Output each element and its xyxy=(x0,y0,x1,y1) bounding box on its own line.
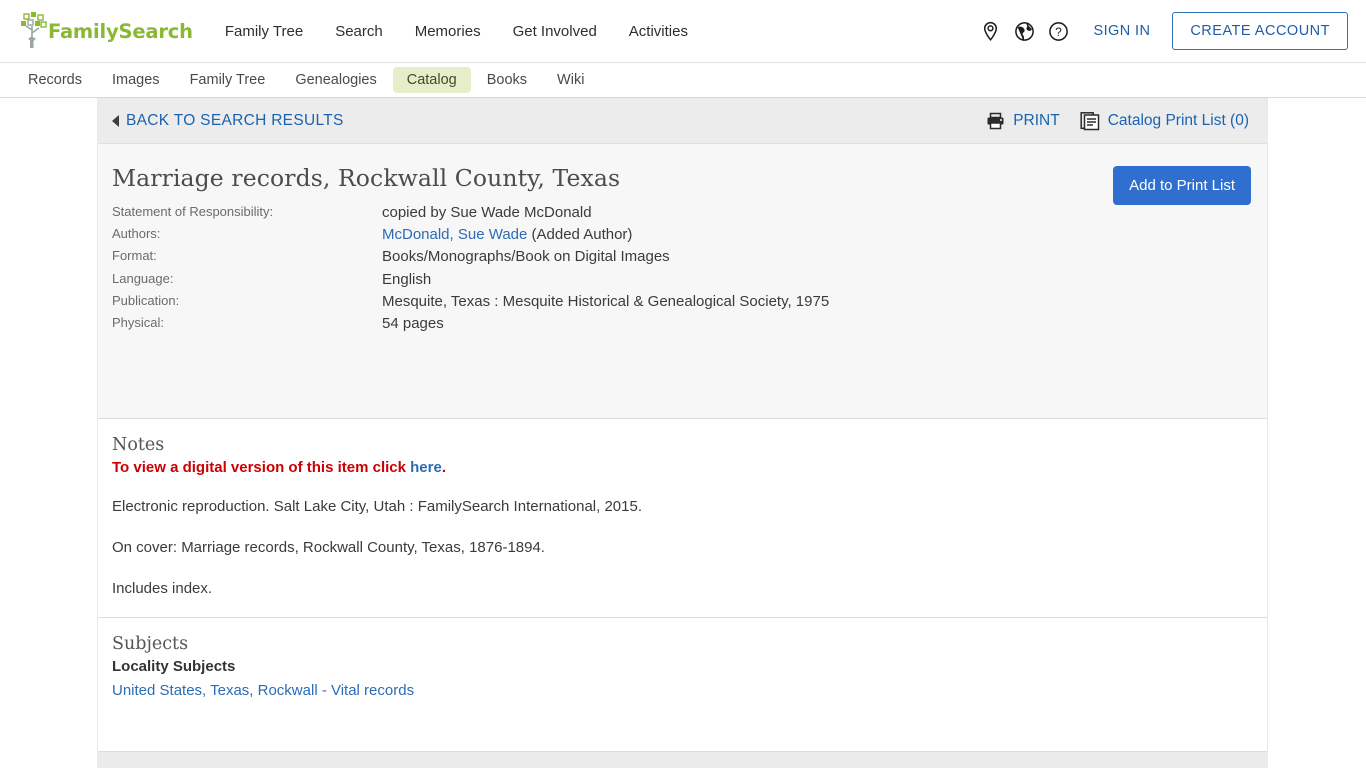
location-pin-icon[interactable] xyxy=(974,16,1008,46)
subjects-section: Subjects Locality Subjects United States… xyxy=(98,618,1267,718)
field-label: Format: xyxy=(112,248,157,264)
notes-section: Notes To view a digital version of this … xyxy=(98,419,1267,618)
table-row: Publication: Mesquite, Texas : Mesquite … xyxy=(112,291,1247,313)
notes-heading: Notes xyxy=(112,435,165,455)
subject-link[interactable]: United States, Texas, Rockwall - Vital r… xyxy=(112,682,414,699)
subnav-item-wiki[interactable]: Wiki xyxy=(543,67,598,93)
note-line: Electronic reproduction. Salt Lake City,… xyxy=(112,498,642,515)
subnav-item-records[interactable]: Records xyxy=(14,67,96,93)
digital-note-suffix: . xyxy=(441,459,446,476)
table-row: Physical: 54 pages xyxy=(112,313,1247,335)
bottom-section-strip xyxy=(98,751,1267,768)
catalog-print-list-button[interactable]: Catalog Print List (0) xyxy=(1080,111,1249,131)
author-suffix: (Added Author) xyxy=(527,226,633,244)
logo-wordmark: FamilySearch xyxy=(48,19,193,43)
page-title: Marriage records, Rockwall County, Texas xyxy=(112,164,621,192)
document-list-icon xyxy=(1080,111,1099,130)
printer-icon xyxy=(987,112,1004,129)
print-button[interactable]: PRINT xyxy=(986,112,1060,130)
back-to-search-results-link[interactable]: BACK TO SEARCH RESULTS xyxy=(112,112,344,130)
digital-version-link[interactable]: here xyxy=(410,459,442,476)
table-row: Language: English xyxy=(112,269,1247,291)
field-value: English xyxy=(382,270,432,288)
field-value: 54 pages xyxy=(382,314,444,332)
page-body: BACK TO SEARCH RESULTS PRINT Catalog Pri… xyxy=(0,98,1366,768)
record-metadata-table: Statement of Responsibility: copied by S… xyxy=(112,202,1247,335)
help-circle-icon[interactable]: ? xyxy=(1042,16,1076,46)
create-account-button[interactable]: CREATE ACCOUNT xyxy=(1172,12,1348,50)
header-actions: ? SIGN IN CREATE ACCOUNT xyxy=(974,12,1348,50)
locality-subjects-heading: Locality Subjects xyxy=(112,658,236,675)
subnav-item-catalog[interactable]: Catalog xyxy=(392,67,471,93)
field-label: Statement of Responsibility: xyxy=(112,204,274,219)
subnav-item-books[interactable]: Books xyxy=(473,67,541,93)
subnav-item-family-tree[interactable]: Family Tree xyxy=(176,67,280,93)
subnav-item-images[interactable]: Images xyxy=(98,67,174,93)
record-toolbar: BACK TO SEARCH RESULTS PRINT Catalog Pri… xyxy=(98,98,1267,144)
family-tree-logo-icon xyxy=(21,12,47,48)
table-row: Statement of Responsibility: copied by S… xyxy=(112,202,1247,224)
sign-in-link[interactable]: SIGN IN xyxy=(1076,17,1165,45)
subnav-item-genealogies[interactable]: Genealogies xyxy=(281,67,390,93)
subjects-heading: Subjects xyxy=(112,634,189,654)
print-label: PRINT xyxy=(1013,111,1060,129)
globe-icon[interactable] xyxy=(1008,16,1042,46)
nav-item-family-tree[interactable]: Family Tree xyxy=(221,17,319,46)
field-label: Authors: xyxy=(112,226,161,242)
table-row: Format: Books/Monographs/Book on Digital… xyxy=(112,246,1247,268)
back-link-label: BACK TO SEARCH RESULTS xyxy=(126,111,344,129)
record-metadata-block: Marriage records, Rockwall County, Texas… xyxy=(98,144,1267,419)
table-row: Authors: McDonald, Sue Wade (Added Autho… xyxy=(112,224,1247,246)
primary-nav: Family Tree Search Memories Get Involved… xyxy=(221,17,704,46)
digital-version-note: To view a digital version of this item c… xyxy=(112,459,1247,476)
note-line: On cover: Marriage records, Rockwall Cou… xyxy=(112,539,545,556)
field-value: Mesquite, Texas : Mesquite Historical & … xyxy=(382,292,830,310)
add-to-print-list-button[interactable]: Add to Print List xyxy=(1113,166,1251,205)
nav-item-activities[interactable]: Activities xyxy=(613,17,704,46)
nav-item-memories[interactable]: Memories xyxy=(399,17,497,46)
print-tools: PRINT Catalog Print List (0) xyxy=(986,111,1249,131)
nav-item-get-involved[interactable]: Get Involved xyxy=(497,17,613,46)
field-value: McDonald, Sue Wade (Added Author) xyxy=(382,224,1247,246)
field-label: Language: xyxy=(112,270,174,286)
familysearch-logo[interactable]: FamilySearch xyxy=(16,11,193,51)
field-label: Publication: xyxy=(112,292,180,308)
site-header: FamilySearch Family Tree Search Memories… xyxy=(0,0,1366,62)
catalog-record-container: BACK TO SEARCH RESULTS PRINT Catalog Pri… xyxy=(97,98,1268,768)
field-label: Physical: xyxy=(112,314,165,330)
field-value: Books/Monographs/Book on Digital Images xyxy=(382,248,670,266)
chevron-left-icon xyxy=(112,114,119,127)
digital-note-prefix: To view a digital version of this item c… xyxy=(112,459,411,476)
catalog-print-list-label: Catalog Print List (0) xyxy=(1107,111,1249,129)
secondary-nav: Records Images Family Tree Genealogies C… xyxy=(0,62,1366,98)
author-link[interactable]: McDonald, Sue Wade xyxy=(382,226,527,243)
note-line: Includes index. xyxy=(112,580,213,597)
svg-text:?: ? xyxy=(1055,25,1062,39)
nav-item-search[interactable]: Search xyxy=(319,17,399,46)
field-value: copied by Sue Wade McDonald xyxy=(382,204,592,221)
